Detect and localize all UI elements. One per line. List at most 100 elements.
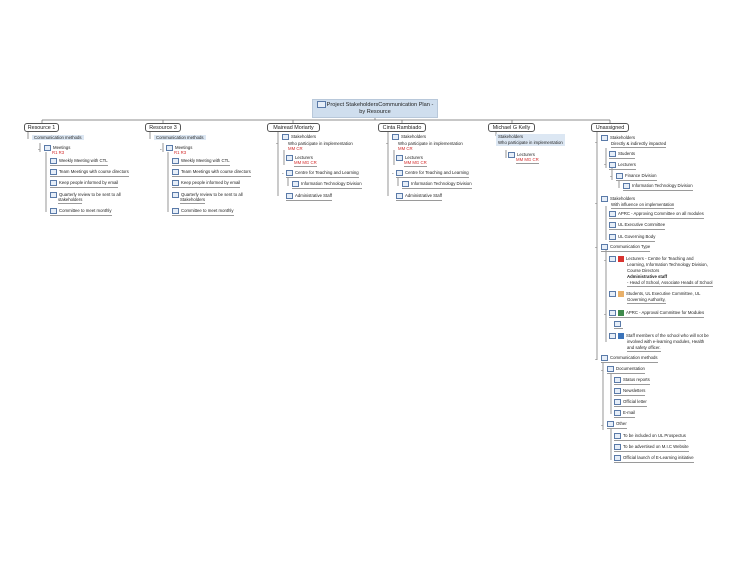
collapse-toggle[interactable]: -	[38, 148, 40, 153]
root-subtitle: by Resource	[359, 108, 391, 115]
mm-code: MM CR	[288, 146, 303, 151]
topic-icon	[402, 181, 409, 187]
r3-item-3[interactable]: Keep people informed by email	[172, 180, 241, 188]
un-doc-3[interactable]: Official letter	[614, 399, 647, 407]
topic-icon	[607, 366, 614, 372]
mm-centre[interactable]: Centre for Teaching and Learning	[286, 170, 359, 178]
r3-item-2[interactable]: Team Meetings with course directors	[172, 169, 251, 177]
un-other-1[interactable]: To be included on UL Prospectus	[614, 433, 686, 441]
r1-comm-methods[interactable]: Communication methods	[32, 135, 84, 141]
itd-label: Information Technology Division	[632, 183, 693, 189]
un-ulexec[interactable]: UL Executive Committee	[609, 222, 666, 230]
r1-meetings-code: R1 R3	[52, 150, 65, 155]
collapse-toggle[interactable]: -	[610, 175, 612, 180]
resource-mairead-node[interactable]: Mairead Moriarty	[267, 123, 320, 132]
topic-icon	[396, 155, 403, 161]
un-finance[interactable]: Finance Division	[616, 173, 657, 181]
un-itd[interactable]: Information Technology Division	[623, 183, 693, 191]
topic-icon	[50, 158, 57, 164]
topic-icon	[601, 244, 608, 250]
mm-itd[interactable]: Information Technology Division	[292, 181, 362, 189]
r1-item-2[interactable]: Team Meetings with course directors	[50, 169, 129, 177]
topic-icon	[609, 291, 616, 297]
un-ct1-line2: Learning, Information Technology Divisio…	[627, 262, 708, 267]
collapse-toggle[interactable]: -	[601, 369, 603, 374]
mm-admin[interactable]: Administrative Staff	[286, 193, 332, 201]
un-documentation[interactable]: Documentation	[607, 366, 645, 374]
r3-item-4b: Stakeholders	[180, 197, 206, 205]
un-other[interactable]: Other	[607, 421, 627, 429]
cr-admin[interactable]: Administrative Staff	[396, 193, 442, 201]
item-label: Keep people informed by email	[181, 180, 241, 186]
un-lecturers[interactable]: Lecturers	[609, 162, 636, 170]
collapse-toggle[interactable]: -	[604, 259, 606, 264]
un-ulgov[interactable]: UL Governing Body	[609, 234, 656, 242]
un-other-2[interactable]: To be advertised on M.I.C Website	[614, 444, 689, 452]
collapse-toggle[interactable]: -	[604, 163, 606, 168]
commtype-label: Communication Type	[610, 244, 651, 250]
aprc-label: APRC - Approving Committee on all module…	[618, 211, 704, 217]
other-item-label: To be included on UL Prospectus	[623, 433, 686, 439]
r3-item-5[interactable]: Committee to meet monthly	[172, 208, 234, 216]
r1-item-5[interactable]: Committee to meet monthly	[50, 208, 112, 216]
ct3-label: APRC - Approval Committee for Modules	[626, 310, 705, 316]
un-ct3[interactable]: APRC - Approval Committee for Modules	[609, 310, 705, 318]
ulexec-label: UL Executive Committee	[618, 222, 666, 228]
topic-icon	[44, 145, 51, 151]
collapse-toggle[interactable]: -	[595, 202, 597, 207]
topic-icon	[50, 180, 57, 186]
topic-icon	[508, 152, 515, 158]
topic-icon	[614, 388, 621, 394]
topic-icon	[609, 151, 616, 157]
topic-icon	[614, 433, 621, 439]
un-doc-1[interactable]: Status reports	[614, 377, 650, 385]
mk-stakeholders[interactable]: Stakeholders Who participate in implement…	[496, 134, 565, 146]
un-other-3[interactable]: Official launch of E-Learning initiative	[614, 455, 694, 463]
collapse-toggle[interactable]: -	[160, 148, 162, 153]
r1-item-3[interactable]: Keep people informed by email	[50, 180, 119, 188]
topic-icon	[396, 170, 403, 176]
collapse-toggle[interactable]: -	[386, 142, 388, 147]
ulgov-label: UL Governing Body	[618, 234, 656, 240]
topic-icon	[316, 101, 326, 108]
itd-label: Information Technology Division	[411, 181, 472, 187]
admin-label: Administrative Staff	[405, 193, 442, 199]
mm-stakeholders[interactable]: Stakeholders	[282, 134, 316, 140]
collapse-toggle[interactable]: -	[595, 141, 597, 146]
r1-item-1[interactable]: Weekly Meeting with CTL	[50, 158, 108, 166]
resource-label: Mairead Moriarty	[273, 125, 314, 131]
ct4-line1: Staff members of the school who will not…	[626, 333, 709, 339]
resource-1-node[interactable]: Resource 1	[24, 123, 59, 132]
un-aprc[interactable]: APRC - Approving Committee on all module…	[609, 211, 704, 219]
un-doc-4[interactable]: E-mail	[614, 410, 636, 418]
topic-icon	[286, 170, 293, 176]
collapse-toggle[interactable]: -	[282, 172, 284, 177]
resource-3-node[interactable]: Resource 3	[145, 123, 181, 132]
collapse-toggle[interactable]: -	[392, 172, 394, 177]
un-commtype[interactable]: Communication Type	[601, 244, 651, 252]
cr-itd[interactable]: Information Technology Division	[402, 181, 472, 189]
topic-icon	[172, 192, 179, 198]
cr-centre[interactable]: Centre for Teaching and Learning	[396, 170, 469, 178]
un-ct3-child[interactable]	[614, 321, 623, 329]
collapse-toggle[interactable]: -	[601, 424, 603, 429]
topic-icon	[282, 134, 289, 140]
resource-label: Resource 1	[27, 125, 56, 131]
r3-comm-methods[interactable]: Communication methods	[154, 135, 206, 141]
resource-unassigned-node[interactable]: Unassigned	[591, 123, 629, 132]
resource-cinta-node[interactable]: Cinta Rambiado	[378, 123, 426, 132]
r3-item-1[interactable]: Weekly Meeting with CTL	[172, 158, 230, 166]
un-commmethods[interactable]: Communication methods	[601, 355, 658, 363]
commmethods-label: Communication methods	[610, 355, 658, 361]
collapse-toggle[interactable]: -	[604, 313, 606, 318]
topic-icon	[609, 162, 616, 168]
un-students[interactable]: Students	[609, 151, 635, 159]
resource-michael-node[interactable]: Michael G Kelly	[488, 123, 535, 132]
cr-stakeholders[interactable]: Stakeholders	[392, 134, 426, 140]
collapse-toggle[interactable]: -	[276, 142, 278, 147]
collapse-toggle[interactable]: -	[595, 358, 597, 363]
un-doc-2[interactable]: Newsletters	[614, 388, 646, 396]
collapse-toggle[interactable]: -	[595, 246, 597, 251]
root-topic[interactable]: Project StakeholdersCommunication Plan -…	[312, 99, 438, 118]
other-item-label: To be advertised on M.I.C Website	[623, 444, 689, 450]
